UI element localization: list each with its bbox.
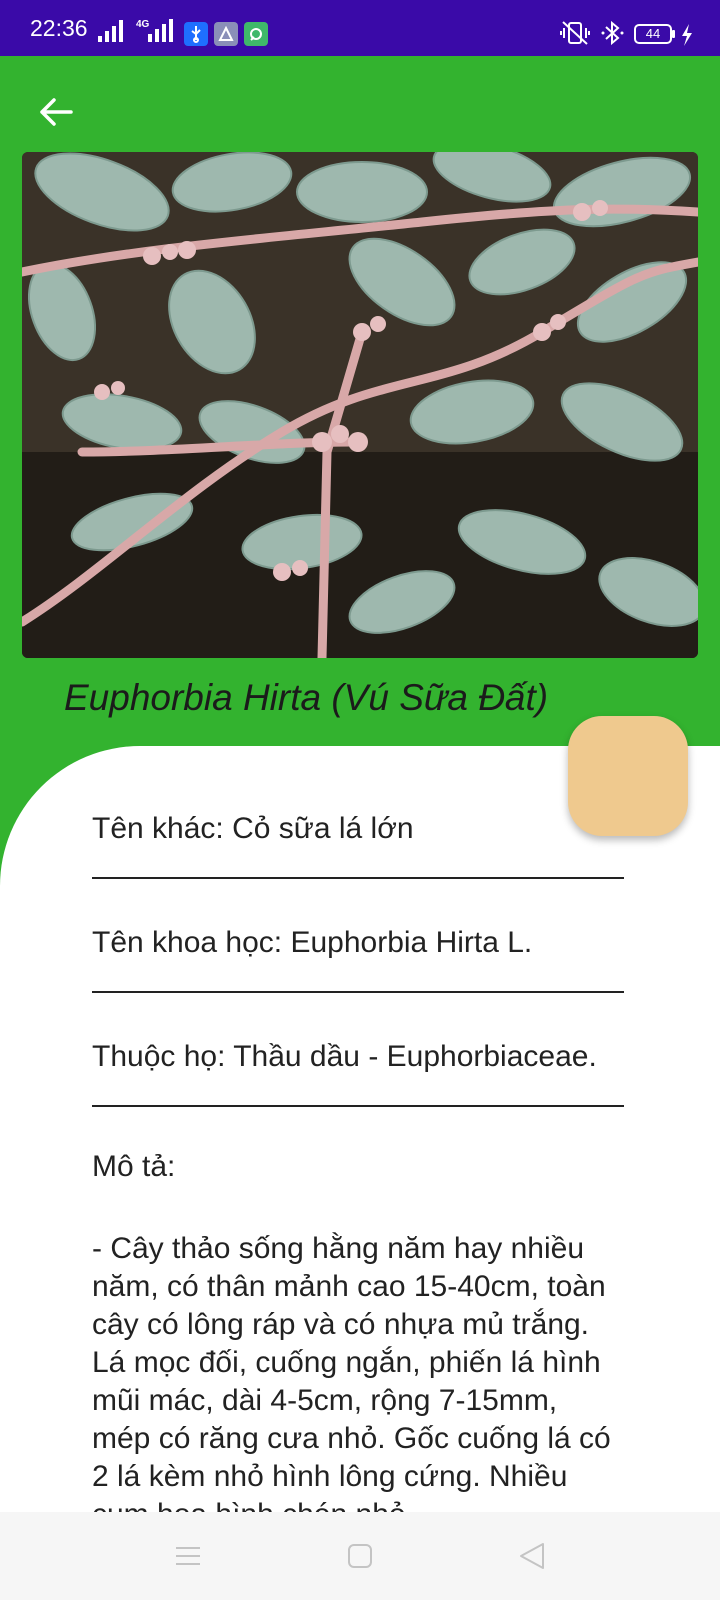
scientific-name-text: Tên khoa học: Euphorbia Hirta L.	[92, 926, 533, 959]
charging-icon	[682, 24, 692, 46]
divider	[92, 991, 624, 993]
menu-icon	[176, 1547, 200, 1565]
vibrate-icon	[560, 21, 590, 45]
back-triangle-icon	[520, 1543, 544, 1569]
usb-icon	[184, 22, 208, 46]
bluetooth-icon	[601, 20, 624, 46]
back-button[interactable]	[36, 92, 76, 132]
plant-photo-illustration	[22, 152, 698, 658]
home-square-icon	[348, 1544, 372, 1568]
app-icon	[244, 22, 268, 46]
battery-icon: 44	[634, 24, 672, 44]
description-label: Mô tả:	[92, 1150, 176, 1183]
arrow-left-icon	[40, 98, 73, 126]
home-button[interactable]	[344, 1540, 376, 1572]
family-text: Thuộc họ: Thầu dầu - Euphorbiaceae.	[92, 1040, 597, 1073]
status-bar: 22:36 4G 44	[0, 0, 720, 56]
divider	[92, 1105, 624, 1107]
status-time: 22:36	[30, 15, 88, 41]
divider	[92, 877, 624, 879]
description-text: - Cây thảo sống hằng năm hay nhiều năm, …	[92, 1232, 611, 1514]
plant-photo	[22, 152, 698, 658]
battery-level: 44	[645, 26, 661, 41]
other-name-text: Tên khác: Cỏ sữa lá lớn	[92, 812, 414, 845]
signal-icon	[98, 20, 123, 42]
battery-tip	[672, 30, 675, 38]
back-nav-button[interactable]	[516, 1540, 548, 1572]
signal-4g-icon	[148, 19, 173, 42]
app-icon	[214, 22, 238, 46]
plant-title: Euphorbia Hirta (Vú Sữa Đất)	[64, 677, 549, 718]
menu-button[interactable]	[172, 1540, 204, 1572]
